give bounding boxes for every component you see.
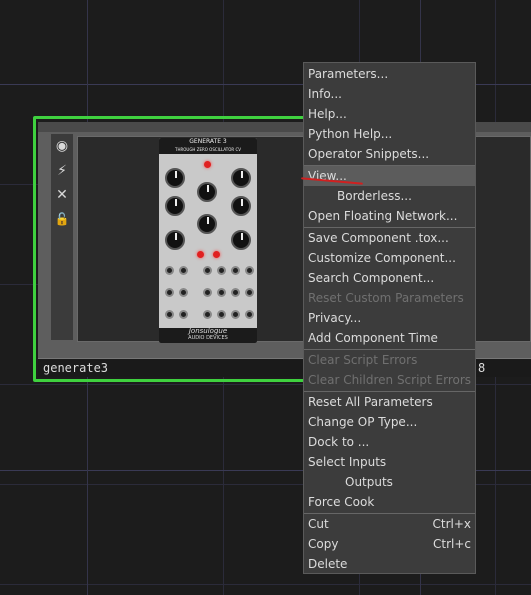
patch-jack <box>231 310 240 319</box>
knob <box>231 230 251 250</box>
menu-item-select-inputs[interactable]: Select Inputs <box>304 452 475 472</box>
menu-item-delete[interactable]: Delete <box>304 554 475 574</box>
node-name-suffix: 8 <box>478 361 486 375</box>
cook-bolt-icon[interactable]: ⚡ <box>52 161 72 181</box>
patch-jack <box>231 266 240 275</box>
patch-jack <box>203 288 212 297</box>
patch-jack <box>179 266 188 275</box>
module-title: GENERATE 3 <box>189 138 227 145</box>
menu-item-search-component[interactable]: Search Component... <box>304 268 475 288</box>
patch-jack <box>179 288 188 297</box>
menu-item-reset-custom-parameters: Reset Custom Parameters <box>308 291 464 305</box>
node-name: generate3 <box>43 361 109 375</box>
patch-jack <box>245 310 254 319</box>
led-indicator <box>204 161 211 168</box>
patch-jack <box>217 288 226 297</box>
module-header: GENERATE 3 THROUGH ZERO OSCILLATOR CV <box>159 138 257 154</box>
patch-jack <box>165 266 174 275</box>
menu-item-copy[interactable]: Copy Ctrl+c <box>304 534 475 554</box>
menu-item-force-cook[interactable]: Force Cook <box>304 492 475 512</box>
menu-item-clear-children-script-errors: Clear Children Script Errors <box>308 373 472 387</box>
menu-item-add-component-time[interactable]: Add Component Time <box>304 328 475 348</box>
led-indicator <box>213 251 220 258</box>
patch-jack <box>179 310 188 319</box>
shortcut-label: Ctrl+x <box>432 517 471 531</box>
knob <box>231 196 251 216</box>
menu-item-cut[interactable]: Cut Ctrl+x <box>304 514 475 534</box>
lock-icon[interactable]: 🔓 <box>52 209 72 229</box>
knob <box>231 168 251 188</box>
menu-item-python-help[interactable]: Python Help... <box>304 124 475 144</box>
patch-jack <box>203 266 212 275</box>
context-menu: Parameters... Info... Help... Python Hel… <box>303 62 476 574</box>
patch-jack <box>231 288 240 297</box>
menu-item-privacy[interactable]: Privacy... <box>304 308 475 328</box>
patch-jack <box>217 310 226 319</box>
knob <box>165 230 185 250</box>
menu-item-open-floating-network[interactable]: Open Floating Network... <box>304 206 475 226</box>
knob <box>165 168 185 188</box>
menu-item-save-component[interactable]: Save Component .tox... <box>304 228 475 248</box>
menu-item-view[interactable]: View... <box>304 166 475 186</box>
patch-jack <box>165 288 174 297</box>
shortcut-label: Ctrl+c <box>432 537 471 551</box>
patch-jack <box>203 310 212 319</box>
menu-item-reset-all-parameters[interactable]: Reset All Parameters <box>304 392 475 412</box>
menu-item-info[interactable]: Info... <box>304 84 475 104</box>
module-brand-sub: AUDIO DEVICES <box>188 335 228 341</box>
knob <box>197 182 217 202</box>
menu-item-borderless[interactable]: Borderless... <box>304 186 475 206</box>
knob <box>165 196 185 216</box>
menu-item-clear-script-errors: Clear Script Errors <box>308 353 418 367</box>
viewer-active-icon[interactable]: ◉ <box>52 136 72 156</box>
module-footer: Jonsulogue AUDIO DEVICES <box>159 328 257 343</box>
knob <box>197 214 217 234</box>
menu-item-dock-to[interactable]: Dock to ... <box>304 432 475 452</box>
module-subtitle: THROUGH ZERO OSCILLATOR CV <box>175 147 241 152</box>
menu-item-help[interactable]: Help... <box>304 104 475 124</box>
patch-jack <box>165 310 174 319</box>
led-indicator <box>197 251 204 258</box>
module-panel-image: GENERATE 3 THROUGH ZERO OSCILLATOR CV Jo… <box>159 138 257 343</box>
menu-item-customize-component[interactable]: Customize Component... <box>304 248 475 268</box>
patch-jack <box>217 266 226 275</box>
menu-item-select-outputs[interactable]: Outputs <box>304 472 475 492</box>
patch-jack <box>245 266 254 275</box>
menu-item-parameters[interactable]: Parameters... <box>304 64 475 84</box>
bypass-x-icon[interactable]: ✕ <box>52 185 72 205</box>
module-brand: Jonsulogue <box>188 327 228 335</box>
menu-item-operator-snippets[interactable]: Operator Snippets... <box>304 144 475 164</box>
menu-item-change-op-type[interactable]: Change OP Type... <box>304 412 475 432</box>
patch-jack <box>245 288 254 297</box>
